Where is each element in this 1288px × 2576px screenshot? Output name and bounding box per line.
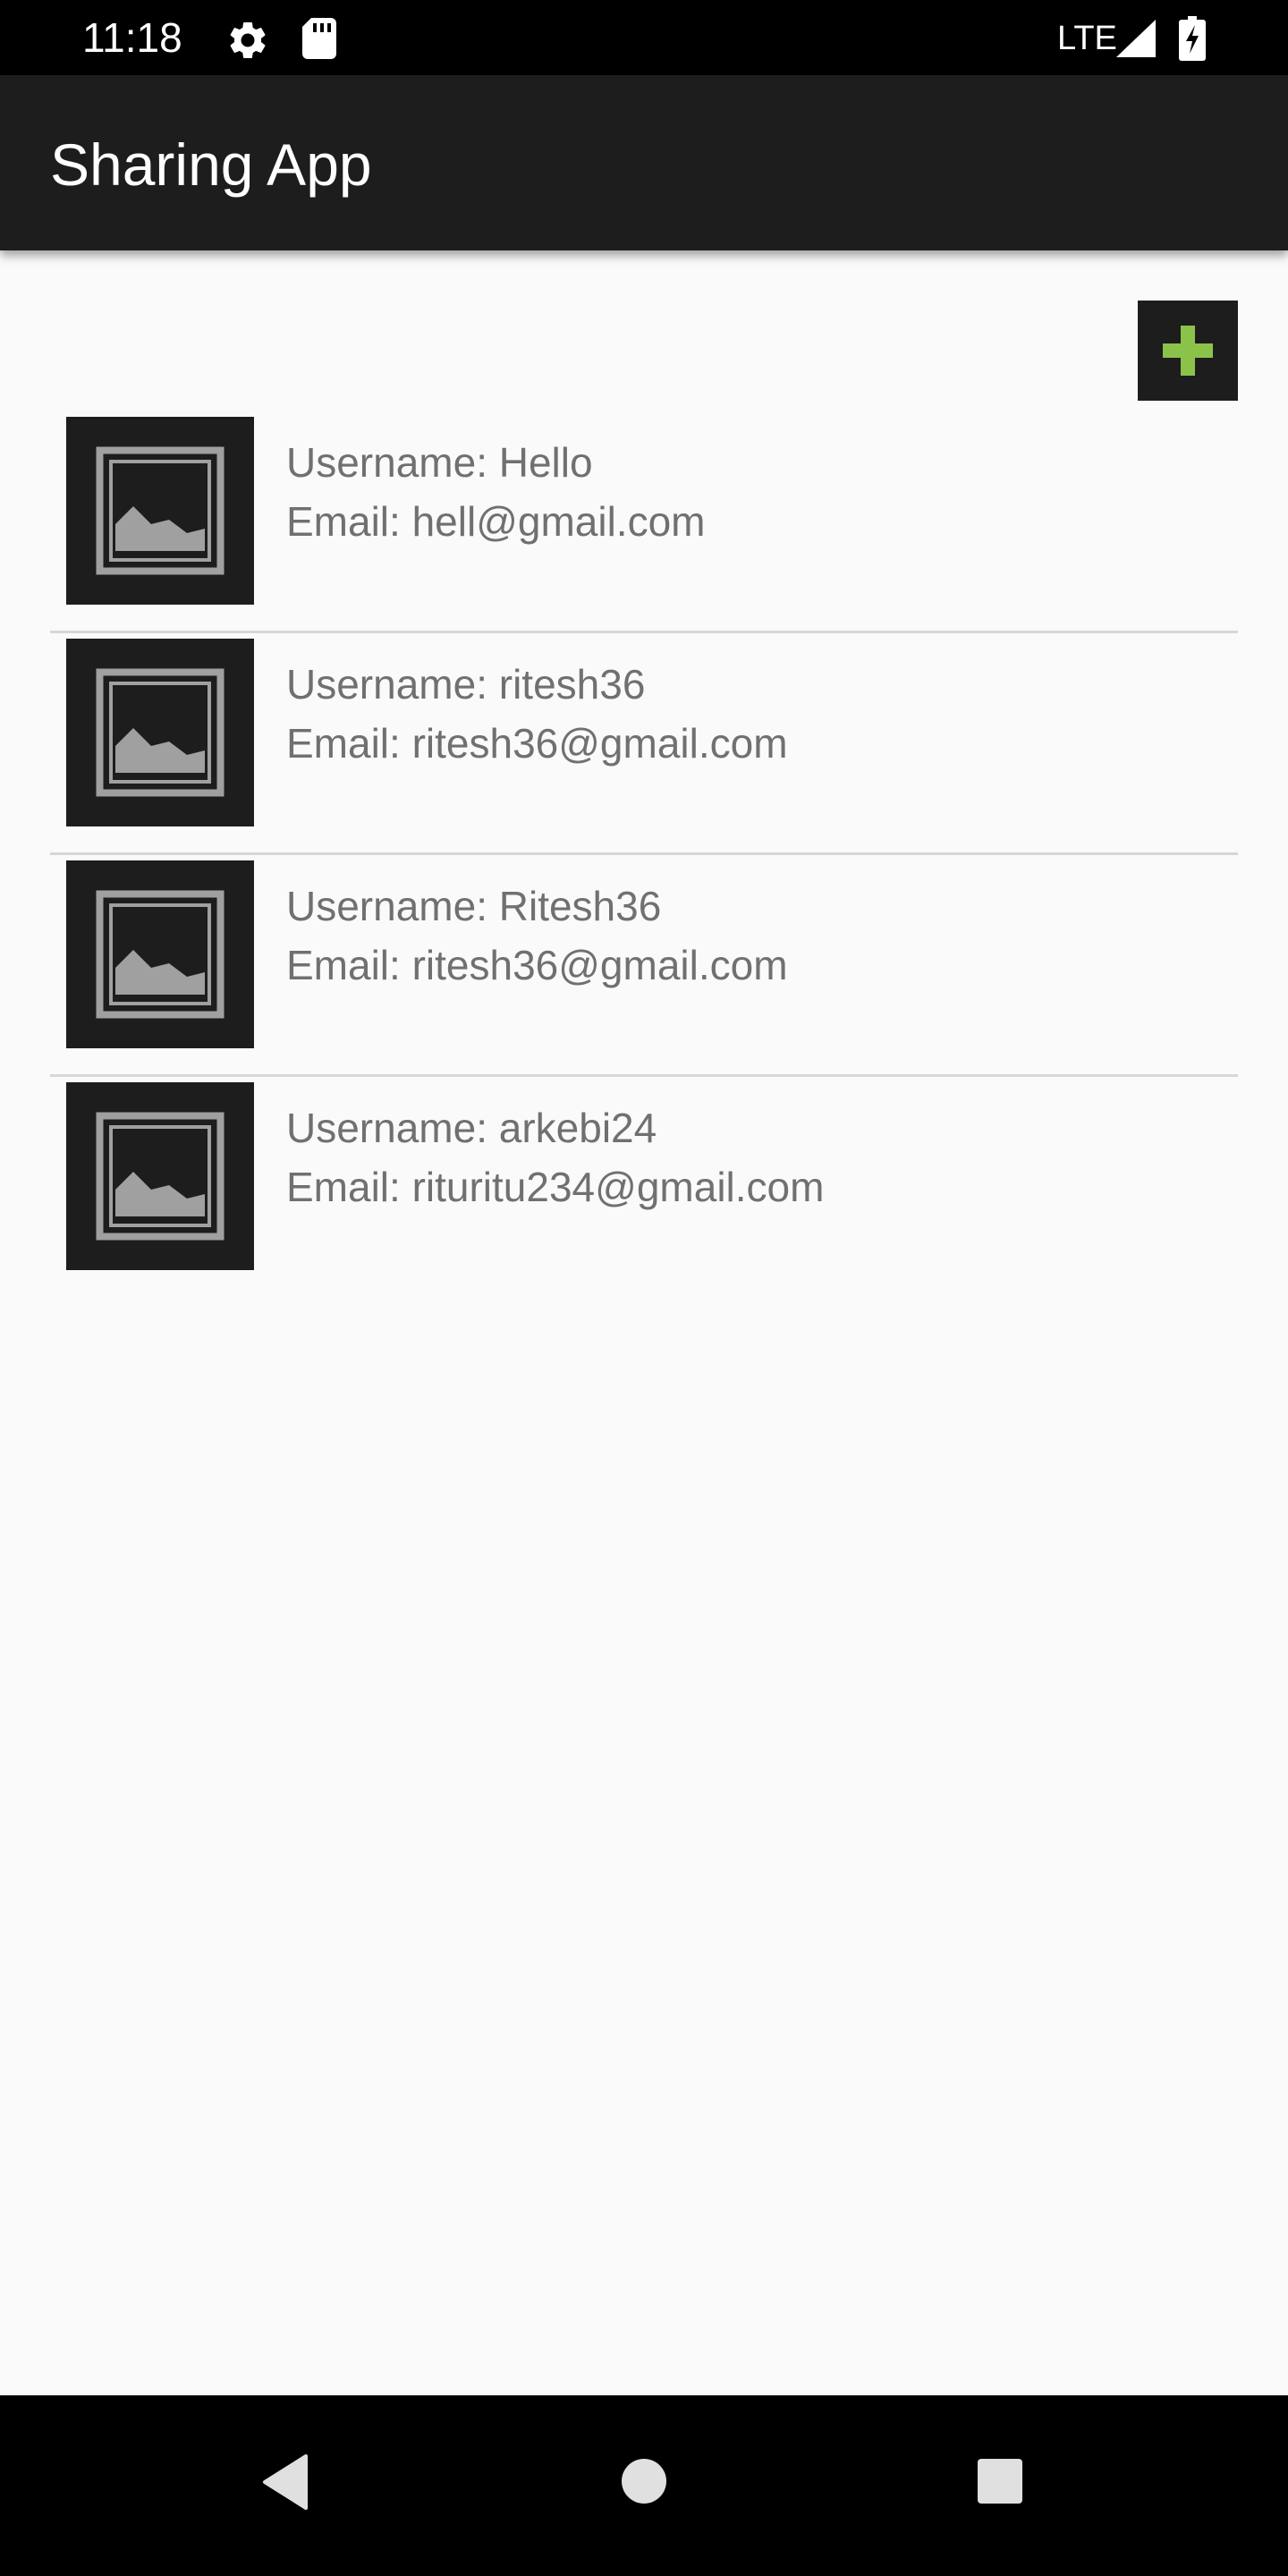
gear-icon: [225, 18, 270, 63]
sd-card-icon: [302, 18, 336, 59]
image-placeholder-icon: [66, 417, 254, 605]
home-icon[interactable]: [621, 2458, 667, 2504]
email-text: Email: rituritu234@gmail.com: [286, 1164, 825, 1210]
status-bar: 11:18 LTE: [0, 0, 1288, 75]
navigation-bar: [0, 2395, 1288, 2576]
username-text: Username: ritesh36: [286, 661, 646, 708]
battery-charging-icon: [1179, 16, 1206, 61]
image-placeholder-icon: [66, 860, 254, 1048]
image-placeholder-icon: [66, 639, 254, 826]
recents-icon[interactable]: [977, 2458, 1023, 2504]
plus-icon: [1163, 326, 1213, 376]
email-text: Email: ritesh36@gmail.com: [286, 720, 788, 767]
user-list: Username: Hello Email: hell@gmail.com Us…: [50, 411, 1238, 1299]
email-text: Email: ritesh36@gmail.com: [286, 942, 788, 988]
status-time: 11:18: [82, 14, 182, 61]
app-bar: Sharing App: [0, 75, 1288, 250]
username-text: Username: Hello: [286, 439, 593, 486]
image-placeholder-icon: [66, 1082, 254, 1270]
username-text: Username: Ritesh36: [286, 883, 662, 929]
list-item[interactable]: Username: Hello Email: hell@gmail.com: [50, 411, 1238, 633]
add-user-button[interactable]: [1138, 301, 1238, 401]
list-item[interactable]: Username: arkebi24 Email: rituritu234@gm…: [50, 1077, 1238, 1299]
email-text: Email: hell@gmail.com: [286, 498, 706, 545]
back-icon[interactable]: [259, 2453, 309, 2512]
list-item[interactable]: Username: Ritesh36 Email: ritesh36@gmail…: [50, 855, 1238, 1077]
list-item[interactable]: Username: ritesh36 Email: ritesh36@gmail…: [50, 633, 1238, 855]
app-title: Sharing App: [50, 131, 372, 198]
network-type: LTE: [1057, 20, 1117, 57]
signal-icon: [1116, 20, 1156, 57]
username-text: Username: arkebi24: [286, 1105, 657, 1151]
